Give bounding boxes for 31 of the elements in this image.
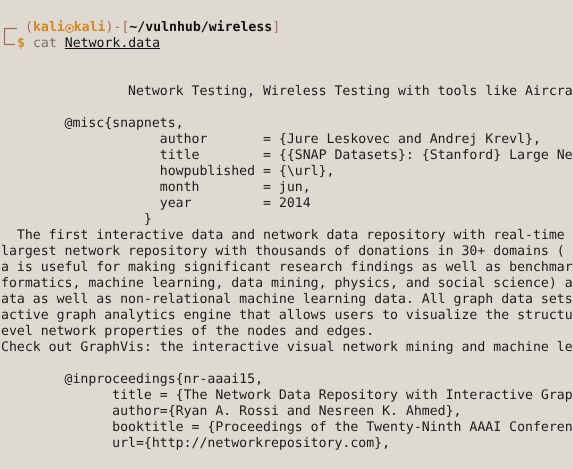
output-line: a is useful for making significant research findings as well as benchmar	[1, 260, 573, 276]
output-line: The first interactive data and network data repository with real-time	[16, 228, 565, 244]
output-line: url={http://networkrepository.com},	[111, 436, 390, 452]
prompt-bracket: ]	[272, 20, 280, 36]
output-line: active graph analytics engine that allows users to visualize the structu	[1, 308, 573, 324]
prompt-user: kali	[32, 20, 65, 36]
prompt-separator: )-[	[105, 20, 130, 36]
output-line: month = jun,	[158, 180, 311, 196]
prompt-host: kali	[74, 20, 106, 36]
output-line: author = {Jure Leskovec and Andrej Krevl},	[158, 132, 541, 148]
prompt-paren: (	[25, 20, 33, 36]
command-name: cat	[32, 36, 57, 52]
command-argument: Network.data	[64, 36, 160, 52]
output-line: Network Testing, Wireless Testing with tools like Aircra	[127, 84, 573, 100]
output-line: largest network repository with thousands of donations in 30+ domains (	[1, 244, 565, 260]
prompt-path: ~/vulnhub/wireless	[129, 20, 272, 36]
output-line: @inproceedings{nr-aaai15,	[64, 372, 264, 388]
prompt-symbol: $	[17, 36, 25, 52]
output-line: howpublished = {\url},	[158, 164, 334, 180]
output-line: evel network properties of the nodes and edges.	[1, 324, 374, 340]
output-line: title = {The Network Data Repository with Interactive Grap	[111, 388, 573, 404]
at-symbol-icon	[64, 24, 74, 32]
output-line: title = {{SNAP Datasets}: {Stanford} Large Ne	[158, 148, 573, 164]
output-line: formatics, machine learning, data mining, physics, and social science) a	[1, 276, 573, 292]
output-line: }	[142, 212, 152, 228]
output-line: Check out GraphVis: the interactive visual network mining and machine le	[1, 340, 573, 356]
output-line: author={Ryan A. Rossi and Nesreen K. Ahmed},	[111, 404, 462, 420]
output-line: year = 2014	[158, 196, 311, 212]
output-line: booktitle = {Proceedings of the Twenty-Ninth AAAI Conferen	[111, 420, 573, 436]
output-line: @misc{snapnets,	[64, 116, 184, 132]
output-line: ata as well as non-relational machine learning data. All graph data sets	[1, 292, 573, 308]
